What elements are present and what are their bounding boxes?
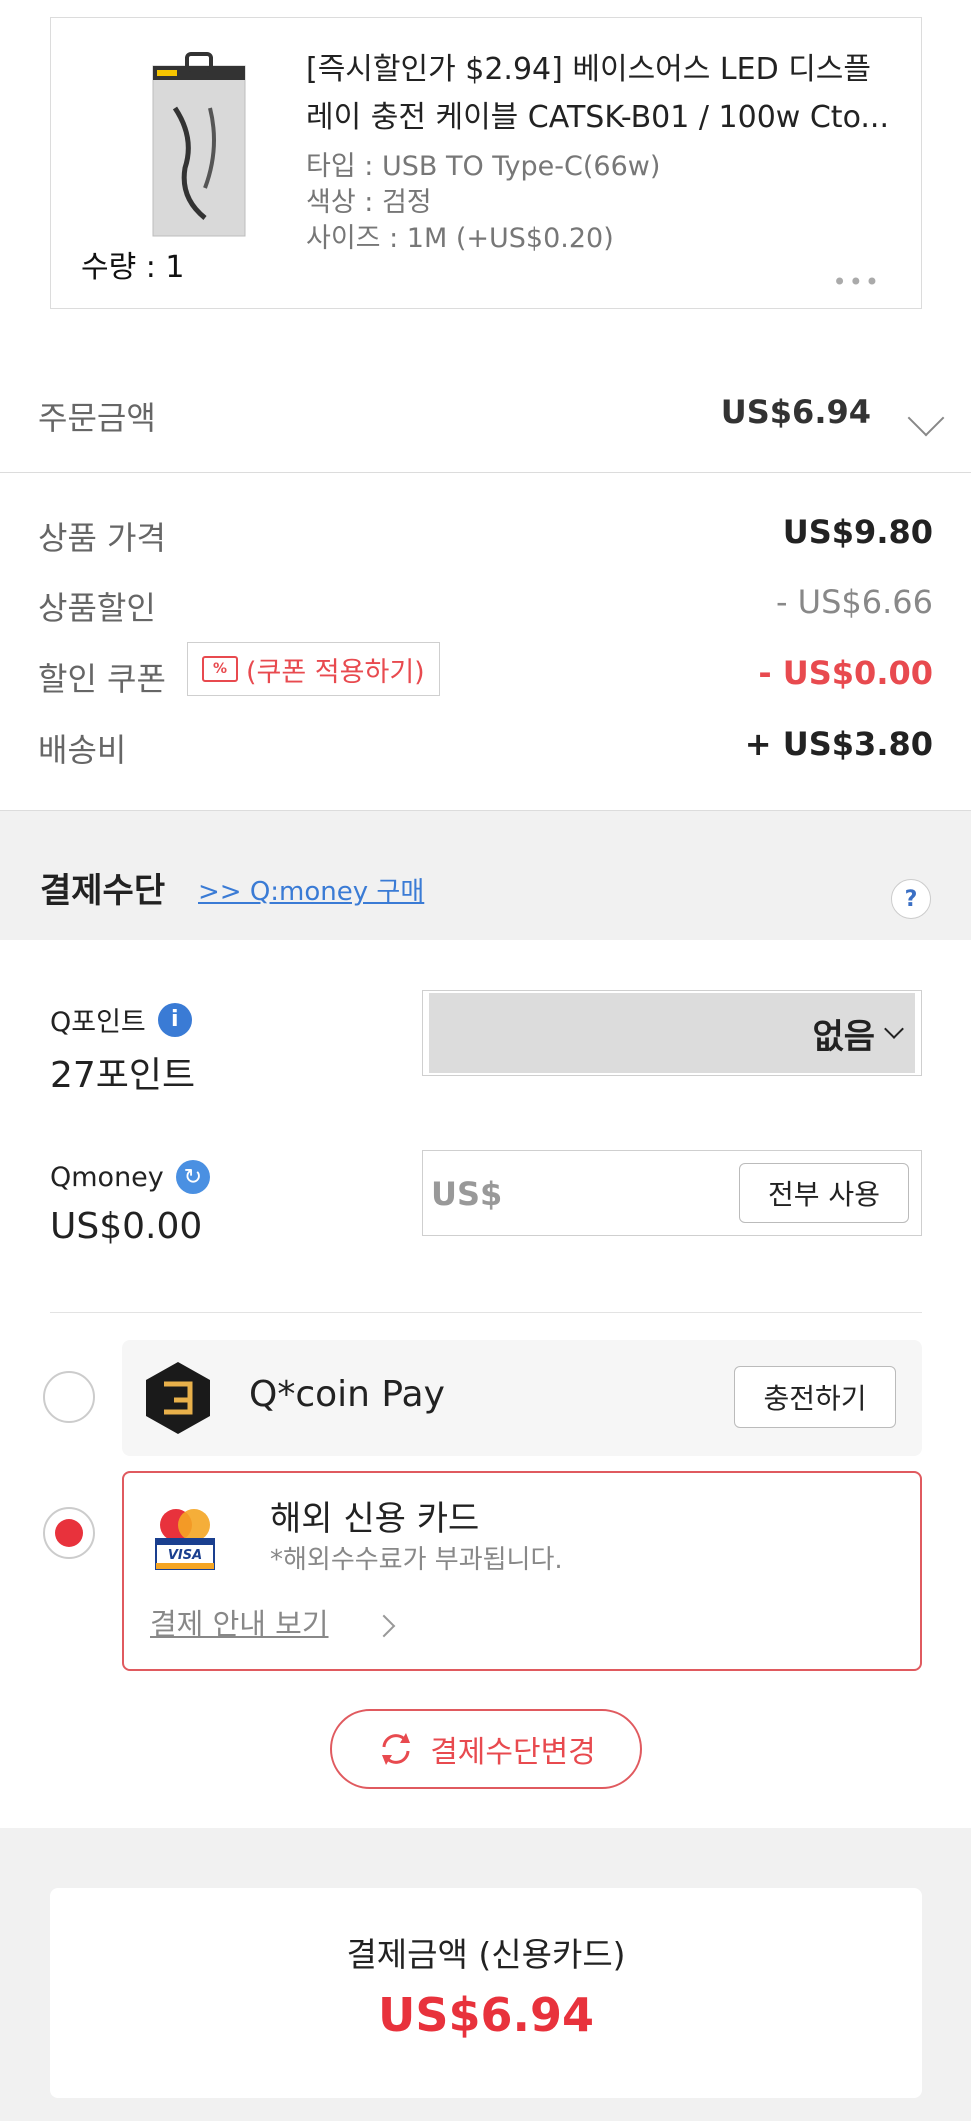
coupon-row: 할인 쿠폰 % (쿠폰 적용하기) - US$0.00 xyxy=(38,642,933,704)
total-card: 결제금액 (신용카드) US$6.94 xyxy=(50,1888,922,2098)
qpoint-select[interactable]: 없음 xyxy=(422,990,922,1076)
qpoint-label: Q포인트 xyxy=(50,1007,146,1038)
coupon-label: 할인 쿠폰 xyxy=(38,660,166,698)
card-logo-icon: VISA xyxy=(155,1509,215,1570)
credit-card-note: *해외수수료가 부과됩니다. xyxy=(270,1545,563,1575)
change-payment-method-button[interactable]: 결제수단변경 xyxy=(330,1709,642,1789)
option-size: 사이즈 : 1M (+US$0.20) xyxy=(306,223,614,254)
payment-title: 결제수단 xyxy=(40,871,166,911)
help-icon[interactable]: ? xyxy=(891,879,931,919)
product-title-line1: [즉시할인가 $2.94] 베이스어스 LED 디스플 xyxy=(306,52,872,87)
shipping-row: 배송비 + US$3.80 xyxy=(38,725,933,775)
svg-text:VISA: VISA xyxy=(168,1548,202,1563)
payment-header: 결제수단 >> Q:money 구매 ? xyxy=(0,810,971,940)
coupon-icon: % xyxy=(202,656,238,682)
item-price-value: US$9.80 xyxy=(782,513,933,551)
qcoin-pay-option[interactable]: Q*coin Pay 충전하기 xyxy=(122,1340,922,1456)
shipping-label: 배송비 xyxy=(38,731,127,769)
more-icon[interactable]: ••• xyxy=(833,268,881,296)
qmoney-value: US$0.00 xyxy=(50,1206,203,1247)
order-amount-label: 주문금액 xyxy=(38,399,156,437)
order-amount-row[interactable]: 주문금액 US$6.94 xyxy=(0,365,971,473)
total-value: US$6.94 xyxy=(378,1988,594,2042)
qmoney-purchase-link[interactable]: >> Q:money 구매 xyxy=(198,871,424,908)
divider xyxy=(50,1312,922,1313)
qcoin-pay-label: Q*coin Pay xyxy=(249,1374,445,1415)
item-price-row: 상품 가격 US$9.80 xyxy=(38,513,933,563)
qpoint-select-value: 없음 xyxy=(812,1016,875,1057)
payment-guide-link[interactable]: 결제 안내 보기 xyxy=(150,1601,329,1643)
qpoint-value: 27포인트 xyxy=(50,1055,196,1096)
charge-button[interactable]: 충전하기 xyxy=(734,1366,896,1428)
qmoney-label-group: Qmoney ↻ xyxy=(50,1160,210,1194)
refresh-icon[interactable]: ↻ xyxy=(175,1160,210,1194)
product-title[interactable]: [즉시할인가 $2.94] 베이스어스 LED 디스플 레이 충전 케이블 CA… xyxy=(306,46,896,142)
chevron-right-icon xyxy=(372,1614,396,1638)
credit-card-radio[interactable] xyxy=(43,1507,95,1559)
chevron-down-icon xyxy=(884,1019,904,1039)
item-discount-row: 상품할인 - US$6.66 xyxy=(38,583,933,633)
apply-coupon-button[interactable]: % (쿠폰 적용하기) xyxy=(187,642,440,696)
credit-card-option[interactable]: VISA 해외 신용 카드 *해외수수료가 부과됩니다. 결제 안내 보기 xyxy=(122,1471,922,1671)
total-section: 결제금액 (신용카드) US$6.94 xyxy=(0,1828,971,2121)
product-title-line2: 레이 충전 케이블 CATSK-B01 / 100w Cto... xyxy=(306,100,890,135)
qmoney-label: Qmoney xyxy=(50,1161,164,1193)
item-price-label: 상품 가격 xyxy=(38,519,166,557)
option-type: 타입 : USB TO Type-C(66w) xyxy=(306,151,661,182)
option-color: 색상 : 검정 xyxy=(306,187,432,218)
info-icon[interactable]: i xyxy=(157,1002,192,1037)
item-discount-label: 상품할인 xyxy=(38,589,156,627)
item-discount-value: - US$6.66 xyxy=(775,583,933,621)
product-card[interactable]: 수량 : 1 [즉시할인가 $2.94] 베이스어스 LED 디스플 레이 충전… xyxy=(50,17,922,309)
refresh-icon xyxy=(382,1733,411,1765)
qcoin-logo-icon xyxy=(146,1362,210,1434)
total-label: 결제금액 (신용카드) xyxy=(346,1935,626,1974)
use-all-button[interactable]: 전부 사용 xyxy=(739,1163,909,1223)
product-image xyxy=(152,52,246,237)
chevron-down-icon[interactable] xyxy=(907,399,945,437)
credit-card-title: 해외 신용 카드 xyxy=(270,1499,480,1539)
change-payment-method-label: 결제수단변경 xyxy=(430,1735,596,1770)
shipping-value: + US$3.80 xyxy=(744,725,933,763)
qpoint-label-group: Q포인트 i xyxy=(50,1000,192,1039)
order-amount-value: US$6.94 xyxy=(720,393,871,431)
qmoney-input[interactable]: US$ 전부 사용 xyxy=(422,1150,922,1236)
quantity-label: 수량 : 1 xyxy=(81,250,185,285)
apply-coupon-label: (쿠폰 적용하기) xyxy=(246,656,425,688)
qmoney-input-prefix: US$ xyxy=(431,1175,503,1213)
qcoin-radio[interactable] xyxy=(43,1371,95,1423)
coupon-value: - US$0.00 xyxy=(758,654,933,692)
